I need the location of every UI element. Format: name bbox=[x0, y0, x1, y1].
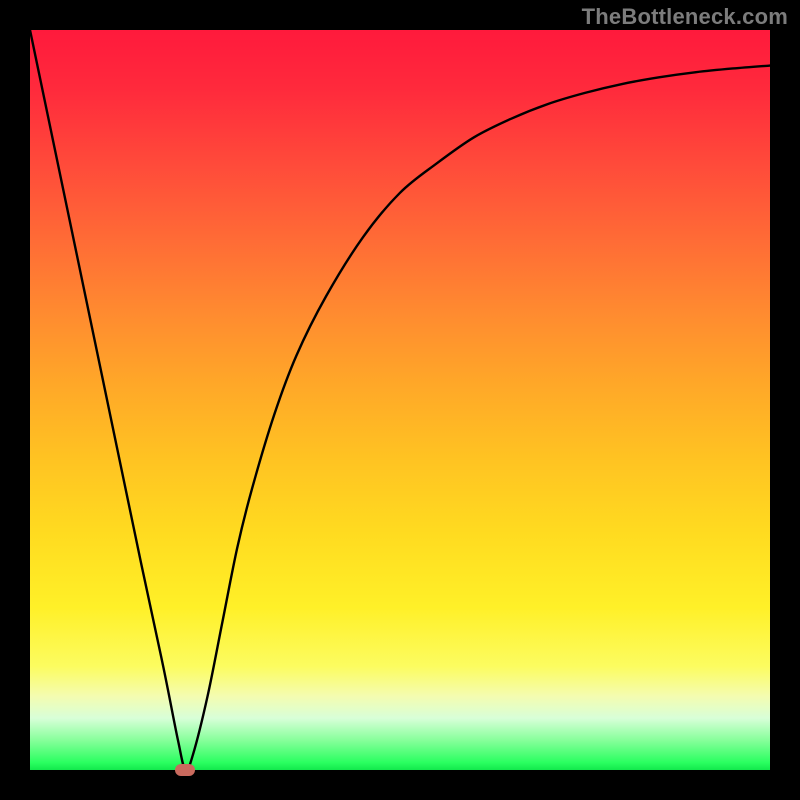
bottleneck-curve bbox=[30, 30, 770, 771]
plot-area bbox=[30, 30, 770, 770]
curve-svg bbox=[30, 30, 770, 770]
chart-frame: TheBottleneck.com bbox=[0, 0, 800, 800]
watermark-text: TheBottleneck.com bbox=[582, 4, 788, 30]
optimal-point-marker bbox=[175, 764, 195, 776]
